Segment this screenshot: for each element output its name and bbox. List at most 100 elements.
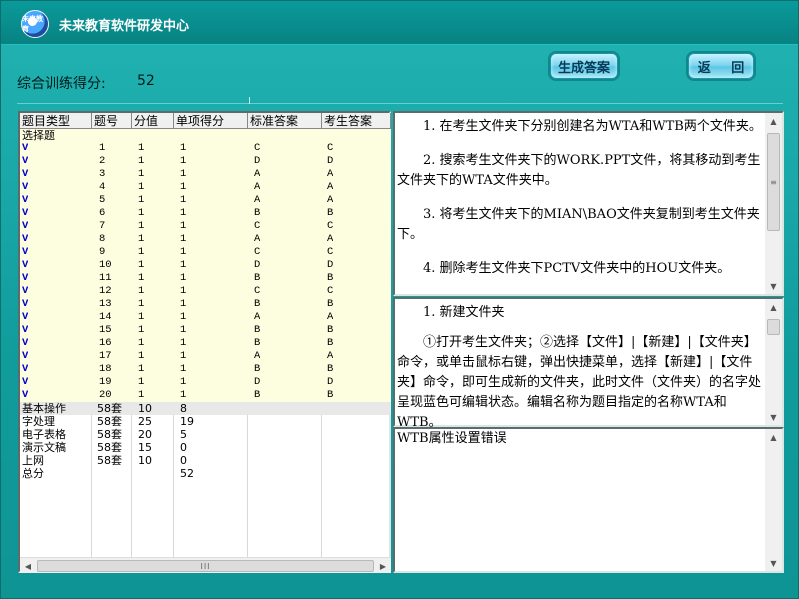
answer-scroll-thumb[interactable] <box>767 319 780 335</box>
table-row[interactable]: V 2 1 1 D D <box>20 155 391 168</box>
score-table[interactable]: 题目类型 题号 分值 单项得分 标准答案 考生答案 选择题 V111CCV211… <box>20 113 391 557</box>
scroll-right-arrow-icon[interactable]: ▶ <box>375 558 391 574</box>
app-title: 未来教育软件研发中心 <box>59 19 190 34</box>
table-cell: 2 <box>99 155 106 167</box>
table-cell: 20 <box>138 428 152 441</box>
table-cell: A <box>254 194 261 206</box>
question-vertical-scrollbar[interactable]: ▲ ≡ ▼ <box>765 113 782 294</box>
summary-row[interactable]: 基本操作 58套 10 8 <box>20 402 391 415</box>
table-row[interactable]: V 4 1 1 A A <box>20 181 391 194</box>
summary-row[interactable]: 电子表格 58套 20 5 <box>20 428 391 441</box>
back-button[interactable]: 返 回 <box>688 53 754 79</box>
table-cell: 19 <box>180 415 194 428</box>
summary-row[interactable]: 总分 52 <box>20 467 391 480</box>
check-mark-icon: V <box>22 272 29 284</box>
table-cell: 1 <box>180 220 187 232</box>
table-cell: 1 <box>180 285 187 297</box>
error-textbox[interactable]: WTB属性设置错误 ▲ ▼ <box>393 427 784 573</box>
table-cell: 演示文稿 <box>22 441 66 454</box>
check-mark-icon: V <box>22 389 29 401</box>
table-cell: B <box>254 337 261 349</box>
table-row[interactable]: V 6 1 1 B B <box>20 207 391 220</box>
table-cell: 0 <box>180 441 187 454</box>
scroll-down-arrow-icon[interactable]: ▼ <box>765 555 782 571</box>
table-cell: C <box>327 220 334 232</box>
check-mark-icon: V <box>22 168 29 180</box>
table-cell: D <box>254 155 261 167</box>
table-cell: 1 <box>180 272 187 284</box>
scroll-up-arrow-icon[interactable]: ▲ <box>765 299 782 315</box>
summary-row[interactable]: 演示文稿 58套 15 0 <box>20 441 391 454</box>
table-row[interactable]: V 8 1 1 A A <box>20 233 391 246</box>
header-question-number[interactable]: 题号 <box>92 113 132 129</box>
table-cell: A <box>327 311 334 323</box>
table-row[interactable]: V 5 1 1 A A <box>20 194 391 207</box>
table-cell: 1 <box>138 350 145 362</box>
summary-row[interactable]: 字处理 58套 25 19 <box>20 415 391 428</box>
table-cell: 1 <box>138 389 145 401</box>
check-mark-icon: V <box>22 337 29 349</box>
table-row[interactable]: V 10 1 1 D D <box>20 259 391 272</box>
scroll-left-arrow-icon[interactable]: ◀ <box>20 558 36 574</box>
table-row[interactable]: V 9 1 1 C C <box>20 246 391 259</box>
scroll-up-arrow-icon[interactable]: ▲ <box>765 429 782 445</box>
table-cell: 1 <box>180 259 187 271</box>
table-row[interactable]: V 12 1 1 C C <box>20 285 391 298</box>
question-textbox[interactable]: 1. 在考生文件夹下分别创建名为WTA和WTB两个文件夹。 2. 搜索考生文件夹… <box>393 111 784 296</box>
question-scroll-thumb[interactable]: ≡ <box>767 133 780 231</box>
table-cell: B <box>254 207 261 219</box>
table-cell: C <box>254 142 261 154</box>
table-cell: 1 <box>180 376 187 388</box>
table-row[interactable]: V 7 1 1 C C <box>20 220 391 233</box>
check-mark-icon: V <box>22 142 29 154</box>
table-cell: 1 <box>138 285 145 297</box>
summary-row[interactable]: 上网 58套 10 0 <box>20 454 391 467</box>
table-cell: A <box>254 311 261 323</box>
table-row[interactable]: V 11 1 1 B B <box>20 272 391 285</box>
answer-vertical-scrollbar[interactable]: ▲ ▼ <box>765 299 782 425</box>
table-cell: 1 <box>138 337 145 349</box>
table-row[interactable]: V 17 1 1 A A <box>20 350 391 363</box>
generate-answer-button[interactable]: 生成答案 <box>550 53 618 79</box>
table-cell: A <box>254 350 261 362</box>
table-cell: 5 <box>180 428 187 441</box>
table-cell: 1 <box>180 246 187 258</box>
horizontal-scrollbar[interactable]: ◀ III ▶ <box>20 557 391 573</box>
check-mark-icon: V <box>22 207 29 219</box>
header-question-type[interactable]: 题目类型 <box>20 113 92 129</box>
table-cell: C <box>254 285 261 297</box>
table-row[interactable]: V 14 1 1 A A <box>20 311 391 324</box>
question-item: 4. 删除考生文件夹下PCTV文件夹中的HOU文件夹。 <box>423 261 731 276</box>
header-points[interactable]: 分值 <box>132 113 174 129</box>
app-logo-icon: 未来教育 <box>21 10 49 38</box>
table-row[interactable]: V 13 1 1 B B <box>20 298 391 311</box>
header-standard-answer[interactable]: 标准答案 <box>248 113 322 129</box>
table-cell: 1 <box>180 168 187 180</box>
table-row[interactable]: V 20 1 1 B B <box>20 389 391 402</box>
table-cell: 1 <box>138 207 145 219</box>
table-row[interactable]: V 19 1 1 D D <box>20 376 391 389</box>
table-row[interactable]: V 3 1 1 A A <box>20 168 391 181</box>
table-row[interactable]: V 1 1 1 C C <box>20 142 391 155</box>
scroll-down-arrow-icon[interactable]: ▼ <box>765 278 782 294</box>
header-item-score[interactable]: 单项得分 <box>174 113 248 129</box>
table-cell: 电子表格 <box>22 428 66 441</box>
table-cell: 1 <box>99 142 106 154</box>
table-row[interactable]: V 15 1 1 B B <box>20 324 391 337</box>
scroll-up-arrow-icon[interactable]: ▲ <box>765 113 782 129</box>
table-cell: 1 <box>180 337 187 349</box>
answer-text: 1. 新建文件夹 ①打开考生文件夹；②选择【文件】|【新建】|【文件夹】命令，或… <box>397 303 767 427</box>
table-row-section[interactable]: 选择题 <box>20 129 391 142</box>
scroll-down-arrow-icon[interactable]: ▼ <box>765 409 782 425</box>
header-student-answer[interactable]: 考生答案 <box>322 113 391 129</box>
error-vertical-scrollbar[interactable]: ▲ ▼ <box>765 429 782 571</box>
table-cell: A <box>254 233 261 245</box>
table-row[interactable]: V 16 1 1 B B <box>20 337 391 350</box>
table-row[interactable]: V 18 1 1 B B <box>20 363 391 376</box>
answer-textbox[interactable]: 1. 新建文件夹 ①打开考生文件夹；②选择【文件】|【新建】|【文件夹】命令，或… <box>393 297 784 427</box>
table-cell: 1 <box>180 233 187 245</box>
table-cell: 14 <box>99 311 112 323</box>
answer-body: ①打开考生文件夹；②选择【文件】|【新建】|【文件夹】命令，或单击鼠标右键，弹出… <box>397 335 762 427</box>
horizontal-scroll-thumb[interactable]: III <box>37 560 374 572</box>
table-cell: 基本操作 <box>22 402 66 415</box>
